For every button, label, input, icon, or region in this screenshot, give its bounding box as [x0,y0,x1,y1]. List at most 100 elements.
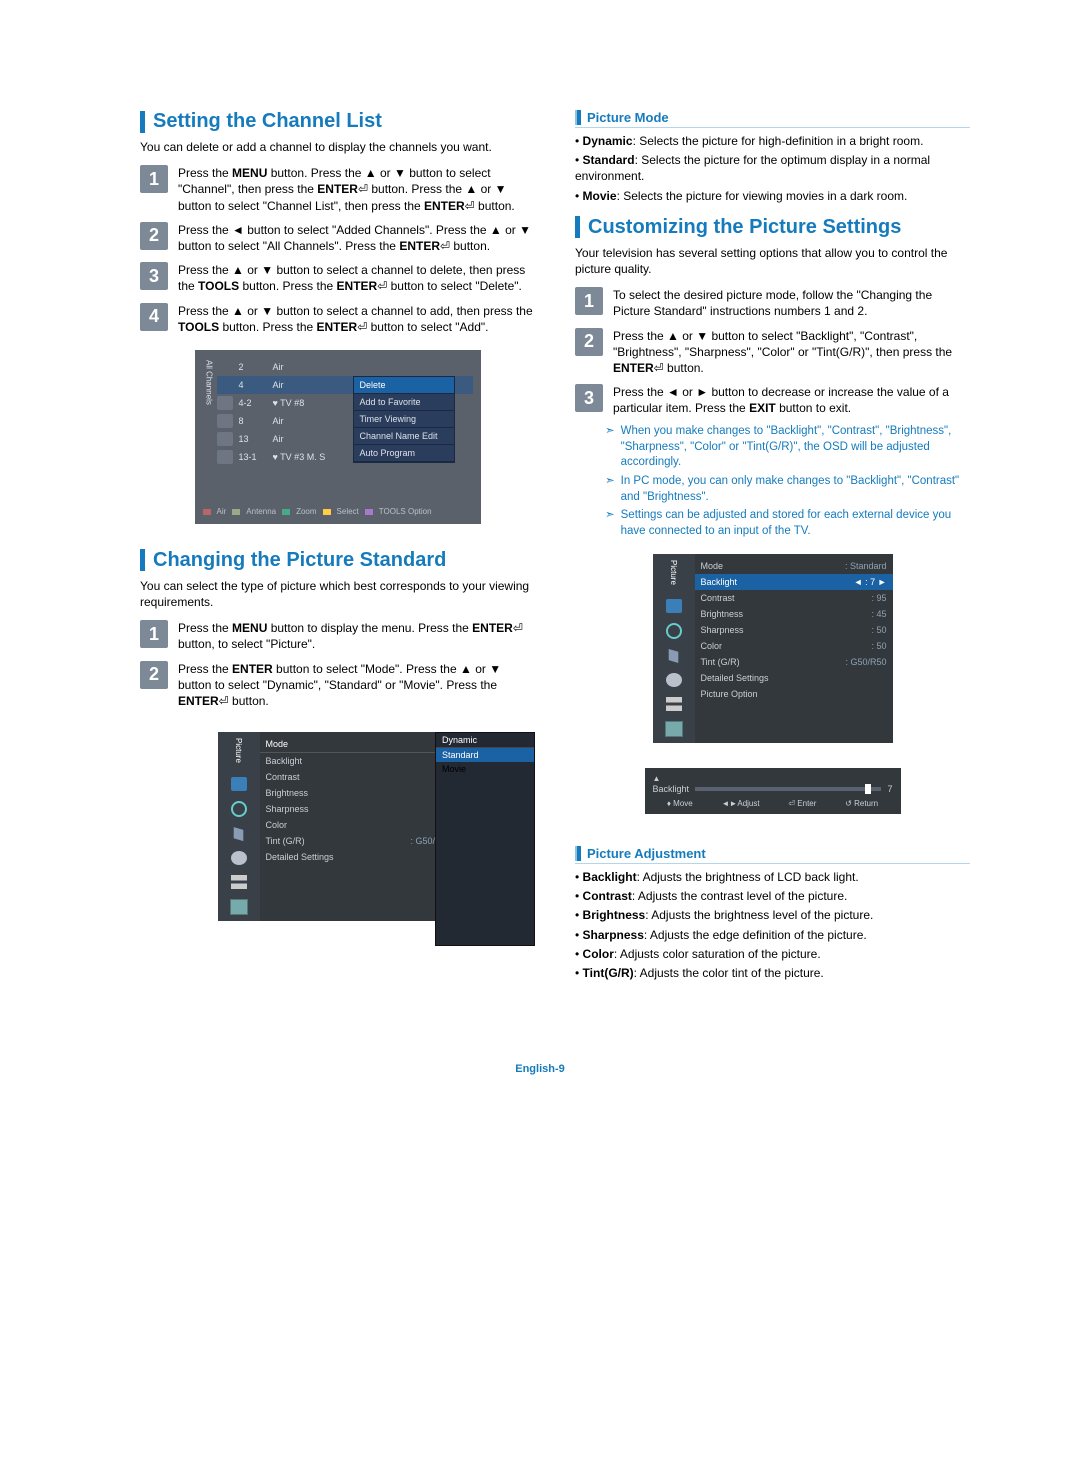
note-icon [231,827,247,841]
ui-picture-row: Tint (G/R): G50/R50 [260,833,458,849]
ui-context-menu: DeleteAdd to FavoriteTimer ViewingChanne… [353,376,455,463]
bullet-item: • Tint(G/R): Adjusts the color tint of t… [575,965,970,981]
ui-picture-row: Detailed Settings [260,849,458,865]
slider-footer-item: ♦ Move [667,799,693,808]
step-text: To select the desired picture mode, foll… [613,287,970,319]
note-text: Settings can be adjusted and stored for … [621,508,970,539]
slider-knob [865,784,871,794]
bullet-item: • Contrast: Adjusts the contrast level o… [575,888,970,904]
heading-bar-icon [140,549,145,571]
bullet-item: • Sharpness: Adjusts the edge definition… [575,927,970,943]
step-number: 3 [575,384,603,412]
ui-picture-row: Tint (G/R): G50/R50 [695,654,893,670]
ui-picture-row: Picture Option [695,686,893,702]
ui-side-label: Picture [669,560,678,585]
note-item: ➣Settings can be adjusted and stored for… [605,508,970,539]
step-text: Press the ▲ or ▼ button to select a chan… [178,262,535,294]
ui-picture-row: Backlight◄ : 7 ► [695,574,893,590]
step-text: Press the ▲ or ▼ button to select "Backl… [613,328,970,377]
note-text: When you make changes to "Backlight", "C… [621,424,970,471]
step-row: 2Press the ENTER button to select "Mode"… [140,661,535,710]
ring-icon [666,623,682,639]
ui-picture-row: Contrast: 95 [695,590,893,606]
bullet-item: • Standard: Selects the picture for the … [575,152,970,184]
channel-icon [217,450,233,464]
ui-picture-row: Mode [260,736,458,753]
step-row: 1 Press the MENU button to display the me… [140,620,535,652]
step-number: 2 [575,328,603,356]
ui-footer-item: Select [323,507,359,516]
step-row: 2Press the ◄ button to select "Added Cha… [140,222,535,254]
step-text: Press the MENU button to display the men… [178,620,535,652]
ui-footer-item: TOOLS Option [365,507,432,516]
ui-picture-table: ModeBacklightContrastBrightness: 45Sharp… [260,732,458,921]
heading-bar-icon [140,111,145,133]
tv-icon [231,777,247,791]
ui-picture-mode-mock: Picture ModeBacklightContrastBrightness:… [218,732,458,921]
slider-track [695,787,881,791]
ui-picture-mode-wrapper: Picture ModeBacklightContrastBrightness:… [140,717,535,946]
ui-mode-popup: DynamicStandardMovie [435,732,535,946]
heading-customizing: Customizing the Picture Settings [575,216,970,239]
step-number: 1 [140,620,168,648]
screen-icon [230,899,248,915]
ui-picture-settings-mock: Picture Mode: StandardBacklight◄ : 7 ►Co… [653,554,893,743]
ui-context-item: Add to Favorite [354,394,454,411]
step-row: 3 Press the ▲ or ▼ button to select a cha… [140,262,535,294]
ui-picture-row: Color: 50 [695,638,893,654]
ui-context-item: Delete [354,377,454,394]
note-item: ➣In PC mode, you can only make changes t… [605,474,970,505]
gear-icon [231,851,247,865]
subheading-text: Picture Adjustment [587,846,706,861]
slider-footer-legend: ♦ Move◄►Adjust⏎ Enter↺ Return [653,799,893,808]
bullet-item: • Brightness: Adjusts the brightness lev… [575,907,970,923]
customizing-steps: 1To select the desired picture mode, fol… [575,287,970,416]
subheading-picture-mode: Picture Mode [575,110,970,128]
heading-text: Customizing the Picture Settings [588,216,901,239]
step-row: 4Press the ▲ or ▼ button to select a cha… [140,303,535,335]
sliders-icon [231,875,247,889]
step-row: 3Press the ◄ or ► button to decrease or … [575,384,970,416]
ui-side-label: All Channels [203,358,216,407]
slider-value: 7 [887,784,892,794]
subheading-picture-adjustment: Picture Adjustment [575,846,970,864]
ui-side-label: Picture [234,738,243,763]
slider-footer-item: ⏎ Enter [788,799,816,808]
ui-footer-legend: Air Antenna Zoom Select TOOLS Option [203,503,473,516]
step-text: Press the ▲ or ▼ button to select a chan… [178,303,535,335]
channel-list-intro: You can delete or add a channel to displ… [140,139,535,155]
step-number: 3 [140,262,168,290]
right-column: Picture Mode • Dynamic: Selects the pict… [575,100,970,993]
ui-picture-row: Backlight [260,753,458,769]
screen-icon [665,721,683,737]
step-text: Press the MENU button. Press the ▲ or ▼ … [178,165,535,214]
note-text: In PC mode, you can only make changes to… [621,474,970,505]
ui-footer-item: Antenna [232,507,276,516]
slider-row: Backlight 7 [653,783,893,795]
ui-popup-item: Standard [436,748,534,762]
ui-footer-item: Air [203,507,227,516]
channel-icon [217,432,233,446]
ui-context-item: Auto Program [354,445,454,462]
bullet-item: • Color: Adjusts color saturation of the… [575,946,970,962]
step-number: 2 [140,661,168,689]
ui-footer-item: Zoom [282,507,316,516]
sliders-icon [666,697,682,711]
step-number: 1 [140,165,168,193]
ui-picture-row: Sharpness: 50 [695,622,893,638]
bullet-item: • Movie: Selects the picture for viewing… [575,188,970,204]
channel-list-steps: 1 Press the MENU button. Press the ▲ or ▼… [140,165,535,335]
picture-standard-intro: You can select the type of picture which… [140,578,535,610]
heading-text: Setting the Channel List [153,110,382,133]
step-number: 2 [140,222,168,250]
ui-backlight-slider: ▲ Backlight 7 ♦ Move◄►Adjust⏎ Enter↺ Ret… [645,768,901,814]
gear-icon [666,673,682,687]
picture-adjustment-bullets: • Backlight: Adjusts the brightness of L… [575,869,970,981]
ui-picture-row: Brightness: 45 [695,606,893,622]
note-item: ➣When you make changes to "Backlight", "… [605,424,970,471]
ui-channel-list-mock: All Channels 2Air4Air4-2♥ TV #88Air13Air… [195,350,481,524]
channel-icon [217,414,233,428]
page: Setting the Channel List You can delete … [0,0,1080,1033]
note-icon [666,649,682,663]
ui-picture-row: Color: 50 [260,817,458,833]
